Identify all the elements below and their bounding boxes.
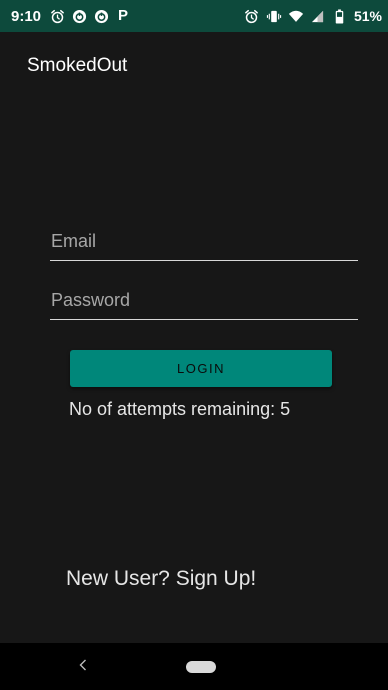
battery-percentage: 51% xyxy=(353,8,382,24)
email-field[interactable] xyxy=(50,224,358,259)
back-chevron-icon[interactable] xyxy=(76,655,90,675)
signal-icon xyxy=(310,8,326,24)
signup-link[interactable]: New User? Sign Up! xyxy=(66,567,256,591)
login-button[interactable]: LOGIN xyxy=(70,350,332,387)
circle-app-icon xyxy=(71,8,87,24)
battery-icon xyxy=(332,8,348,24)
status-left: 9:10 P xyxy=(11,0,131,32)
p-app-icon: P xyxy=(118,7,129,24)
navigation-bar xyxy=(0,643,388,690)
status-time: 9:10 xyxy=(11,7,42,25)
circle-app-icon xyxy=(93,8,109,24)
alarm-icon xyxy=(244,8,260,24)
email-field-container xyxy=(50,224,358,261)
app-screen: 9:10 P 51% SmokedOut Email LOGIN No of a… xyxy=(0,0,388,690)
app-title: SmokedOut xyxy=(27,55,128,76)
vibrate-icon xyxy=(266,8,282,24)
password-field-container xyxy=(50,283,358,320)
status-right: 51% xyxy=(244,0,382,32)
attempts-remaining-text: No of attempts remaining: 5 xyxy=(69,399,291,419)
wifi-icon xyxy=(288,8,304,24)
password-field[interactable] xyxy=(50,283,358,318)
alarm-icon xyxy=(49,8,65,24)
home-pill-icon[interactable] xyxy=(186,661,216,673)
status-bar: 9:10 P 51% xyxy=(0,0,388,32)
